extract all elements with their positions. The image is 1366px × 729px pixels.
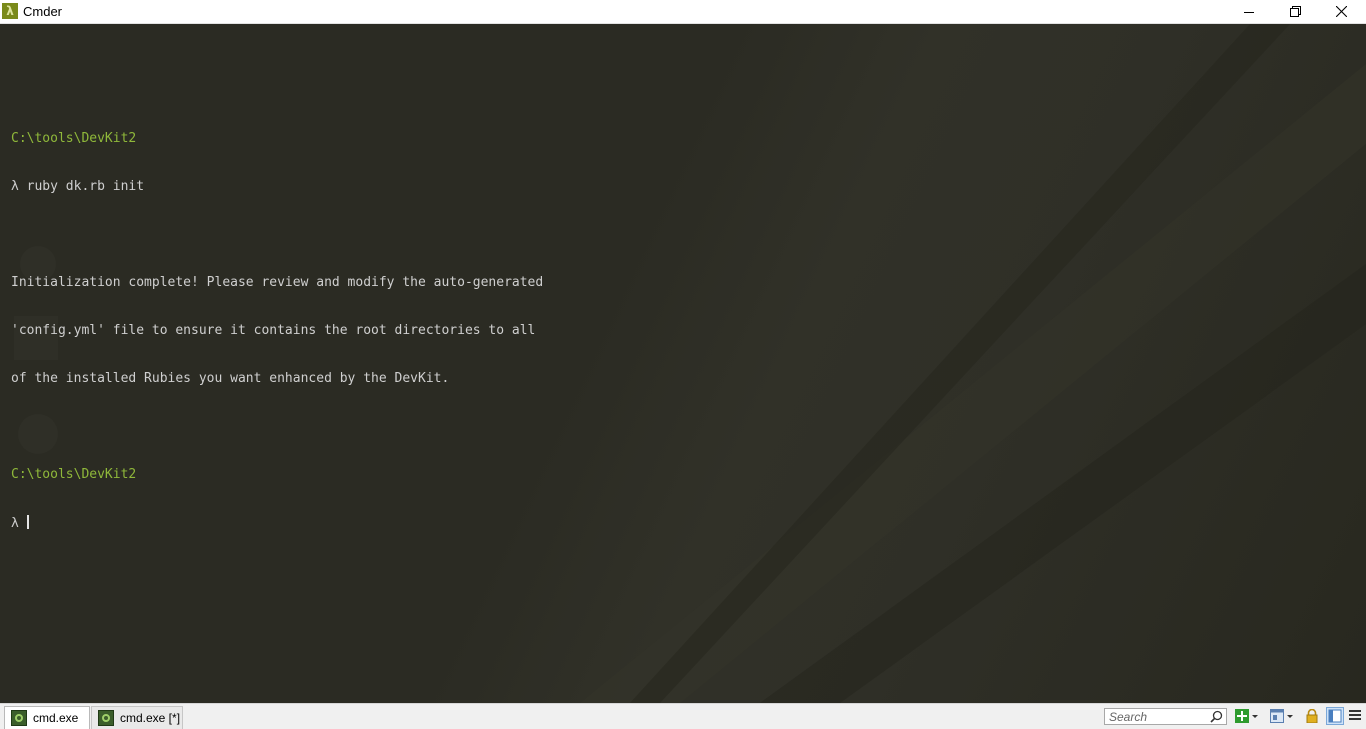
plus-icon	[1235, 709, 1249, 723]
window-list-icon	[1270, 709, 1284, 723]
title-bar: λ Cmder	[0, 0, 1366, 24]
prompt-path: C:\tools\DevKit2	[11, 131, 137, 146]
prompt-path: C:\tools\DevKit2	[11, 467, 137, 482]
tab-cmd-exe-admin[interactable]: cmd.exe [*]	[91, 706, 183, 729]
output-line: of the installed Rubies you want enhance…	[11, 371, 450, 386]
split-view-button[interactable]	[1326, 707, 1344, 725]
lock-button[interactable]	[1305, 709, 1319, 723]
active-prompt[interactable]: λ	[11, 515, 543, 531]
lock-icon	[1306, 709, 1318, 723]
minimize-button[interactable]	[1226, 0, 1272, 23]
console-icon	[98, 710, 114, 726]
search-input[interactable]	[1109, 710, 1209, 723]
restore-icon	[1289, 6, 1301, 17]
menu-button[interactable]	[1349, 709, 1361, 721]
terminal-output: C:\tools\DevKit2 λ ruby dk.rb init Initi…	[11, 51, 543, 563]
hamburger-icon	[1349, 710, 1361, 720]
chevron-down-icon	[1252, 715, 1258, 718]
terminal-console[interactable]: C:\tools\DevKit2 λ ruby dk.rb init Initi…	[0, 24, 1366, 703]
search-box[interactable]	[1104, 708, 1227, 725]
output-line: Initialization complete! Please review a…	[11, 275, 544, 290]
restore-button[interactable]	[1272, 0, 1318, 23]
command-line: λ ruby dk.rb init	[11, 179, 145, 194]
search-icon[interactable]	[1210, 710, 1223, 723]
minimize-icon	[1244, 11, 1254, 13]
close-button[interactable]	[1318, 0, 1364, 23]
status-bar: cmd.exe cmd.exe [*]	[0, 703, 1366, 729]
tab-label: cmd.exe	[33, 711, 79, 725]
tab-cmd-exe[interactable]: cmd.exe	[4, 706, 90, 729]
tab-label: cmd.exe [*]	[120, 711, 181, 725]
output-line: 'config.yml' file to ensure it contains …	[11, 323, 536, 338]
close-icon	[1335, 6, 1347, 17]
chevron-down-icon	[1287, 715, 1293, 718]
console-list-button[interactable]	[1270, 709, 1294, 723]
layout-icon	[1326, 707, 1344, 725]
cmder-lambda-icon[interactable]: λ	[2, 3, 18, 19]
prompt-lambda: λ	[11, 516, 27, 531]
window-title: Cmder	[23, 4, 63, 19]
new-console-button[interactable]	[1235, 709, 1259, 723]
text-cursor	[26, 515, 29, 529]
console-icon	[11, 710, 27, 726]
